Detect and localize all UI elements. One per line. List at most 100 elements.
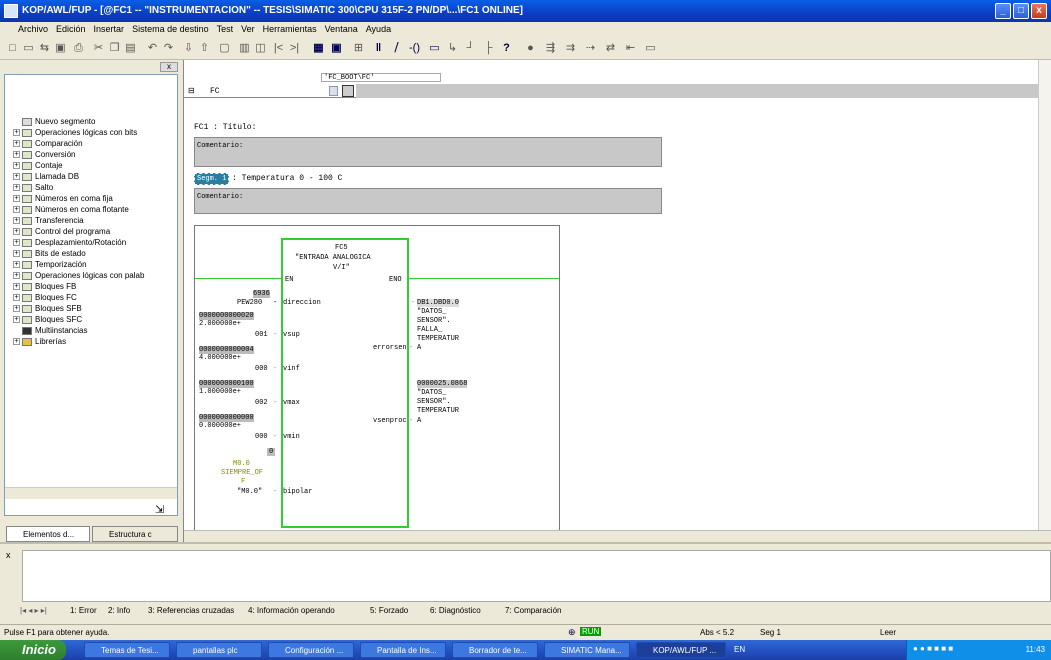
tree-item[interactable]: + Números en coma fija [5,194,113,205]
tree-item[interactable]: + Bloques FB [5,282,76,293]
tree-item[interactable]: + Operaciones lógicas con bits [5,128,137,139]
tab-elementos[interactable]: Elementos d... [6,526,90,542]
maximize-button[interactable]: □ [1013,3,1029,19]
app-icon[interactable] [4,4,18,18]
upload-icon[interactable]: ⇧ [198,42,211,55]
tree-item[interactable]: + Contaje [5,161,63,172]
tree-item[interactable]: + Bloques FC [5,293,77,304]
run-to-icon[interactable]: ⇢ [584,42,597,55]
vmin-address[interactable]: 000 [255,433,268,441]
accessible-nodes-icon[interactable]: ⇆ [38,42,51,55]
tree-item[interactable]: + Llamada DB [5,172,79,183]
dir-address[interactable]: PEW280 [237,299,262,307]
tree-item[interactable]: + Bits de estado [5,249,86,260]
tree-item[interactable]: + Números en coma flotante [5,205,129,216]
new-icon[interactable]: □ [6,42,19,55]
monitor-icon[interactable]: ▢ [218,42,231,55]
next-icon[interactable]: >| [288,42,301,55]
tab-informacion[interactable]: 4: Información operando [248,606,335,615]
menu-ver[interactable]: Ver [237,22,259,34]
start-button[interactable]: Inicio [0,640,66,660]
resume-icon[interactable]: ⇉ [564,42,577,55]
no-contact-icon[interactable]: ‖ [372,42,385,55]
coil-icon[interactable]: -() [408,42,421,55]
help-icon[interactable]: ? [500,42,513,55]
tree-item[interactable]: + Temporización [5,260,87,271]
network-icon[interactable]: ▦ [312,42,325,55]
tray-icons[interactable]: ● ● ■ ■ ■ ■ [913,644,953,653]
zoom-icon[interactable]: ◫ [254,42,267,55]
task-pantallas[interactable]: pantallas plc [176,642,262,658]
task-configuracion[interactable]: Configuración ... [268,642,354,658]
task-simatic[interactable]: SIMATIC Mana... [544,642,630,658]
splitter-handle[interactable] [342,85,354,97]
step-over-icon[interactable]: ⇄ [604,42,617,55]
close-branch-icon[interactable]: ┘ [464,42,477,55]
pin-icon[interactable]: ⇲ [155,503,164,515]
tree-item[interactable]: + Transferencia [5,216,84,227]
editor-hscrollbar[interactable] [184,530,1051,542]
fc-title[interactable]: FC1 : Título: [194,123,256,132]
tree-item[interactable]: + Librerías [5,337,66,348]
tab-error[interactable]: 1: Error [70,606,97,615]
tab-referencias[interactable]: 3: Referencias cruzadas [148,606,234,615]
menu-test[interactable]: Test [213,22,238,34]
tree-hscrollbar[interactable] [5,487,177,499]
tab-info[interactable]: 2: Info [108,606,130,615]
tree-item[interactable]: + Bloques SFC [5,315,82,326]
tree-item[interactable]: + Salto [5,183,53,194]
menu-ayuda[interactable]: Ayuda [362,22,395,34]
redo-icon[interactable]: ↷ [162,42,175,55]
program-elements-icon[interactable]: ▣ [330,42,343,55]
tab-comparacion[interactable]: 7: Comparación [505,606,561,615]
exit-icon[interactable]: ⇤ [624,42,637,55]
step-icon[interactable]: ⇶ [544,42,557,55]
branch-icon[interactable]: ⊞ [352,42,365,55]
panel-close-icon[interactable]: x [160,62,178,72]
nc-contact-icon[interactable]: ⧸ [390,42,403,55]
copy-icon[interactable]: ❐ [108,42,121,55]
close-button[interactable]: x [1031,3,1047,19]
bipolar-label[interactable]: "M0.0" [237,488,262,496]
menu-herramientas[interactable]: Herramientas [259,22,321,34]
tree-item[interactable]: + Comparación [5,139,83,150]
tree-item[interactable]: + Bloques SFB [5,304,82,315]
vsup-address[interactable]: 001 [255,331,268,339]
tab-forzado[interactable]: 5: Forzado [370,606,408,615]
open-branch-icon[interactable]: ↳ [446,42,459,55]
cut-icon[interactable]: ✂ [92,42,105,55]
task-pantalla-ins[interactable]: Pantalla de Ins... [360,642,446,658]
tree-item[interactable]: Multiinstancias [5,326,87,337]
menu-sistema-destino[interactable]: Sistema de destino [128,22,213,34]
vmax-address[interactable]: 002 [255,399,268,407]
collapse-icon[interactable]: ⊟ [188,86,195,96]
segment-title[interactable]: : Temperatura 0 - 100 C [232,174,342,183]
tree-item[interactable]: + Operaciones lógicas con palab [5,271,144,282]
menu-edicion[interactable]: Edición [52,22,90,34]
tab-nav-icon[interactable]: |◂ ◂ ▸ ▸| [20,606,47,615]
tree-item[interactable]: Nuevo segmento [5,117,95,128]
overview-icon[interactable]: ▥ [238,42,251,55]
errorsen-address[interactable]: DB1.DBD0.0 [417,299,460,307]
minimize-button[interactable]: _ [995,3,1011,19]
vinf-address[interactable]: 000 [255,365,268,373]
block-dropdown-icon[interactable] [329,86,338,96]
output-close-icon[interactable]: x [6,550,11,560]
download-icon[interactable]: ⇩ [182,42,195,55]
window-icon[interactable]: ▭ [644,42,657,55]
menu-archivo[interactable]: Archivo [0,22,52,34]
print-icon[interactable]: ⎙ [72,42,85,55]
undo-icon[interactable]: ↶ [146,42,159,55]
tab-diagnostico[interactable]: 6: Diagnóstico [430,606,481,615]
tree-item[interactable]: + Control del programa [5,227,110,238]
tree-item[interactable]: + Desplazamiento/Rotación [5,238,126,249]
paste-icon[interactable]: ▤ [124,42,137,55]
tree-item[interactable]: + Conversión [5,150,75,161]
comment-block[interactable]: Comentario: [194,137,662,167]
connection-icon[interactable]: ├ [482,42,495,55]
menu-insertar[interactable]: Insertar [90,22,129,34]
box-icon[interactable]: ▭ [428,42,441,55]
task-borrador[interactable]: Borrador de te... [452,642,538,658]
task-kop[interactable]: KOP/AWL/FUP ... [636,642,726,658]
editor-vscrollbar[interactable] [1038,60,1051,530]
